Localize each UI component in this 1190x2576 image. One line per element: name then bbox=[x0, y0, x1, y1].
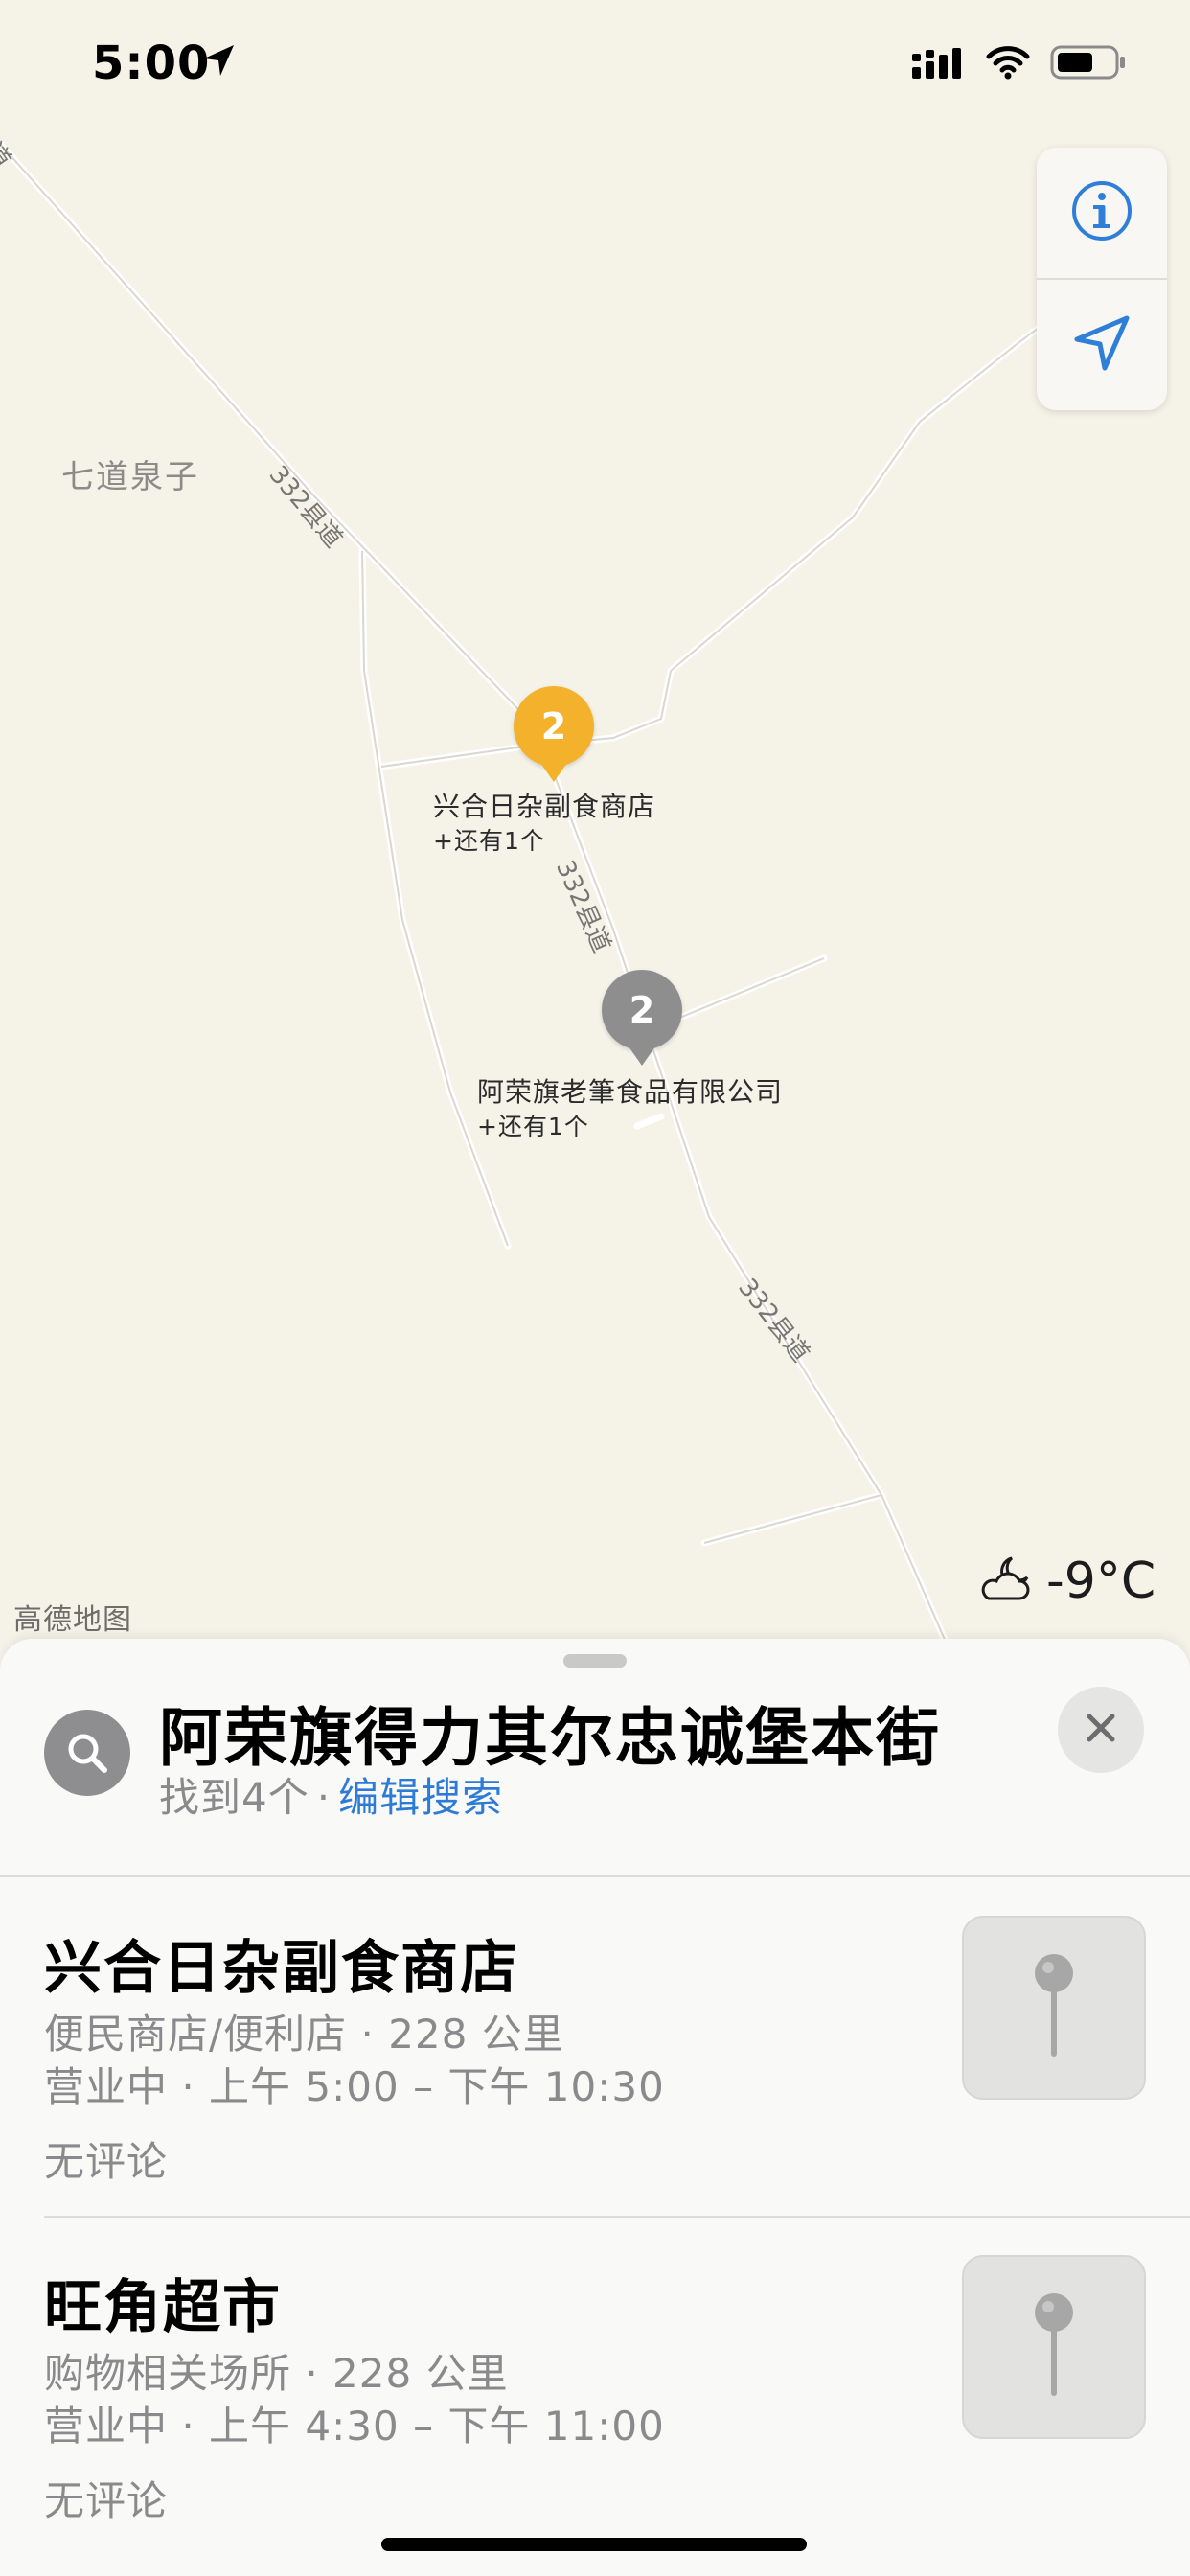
locate-me-button[interactable] bbox=[1037, 280, 1167, 410]
status-bar: 5:00 bbox=[0, 0, 1190, 134]
map-cluster-pin[interactable]: 2 bbox=[514, 686, 594, 767]
map-controls bbox=[1037, 148, 1167, 410]
result-category-distance: 购物相关场所 · 228 公里 bbox=[44, 2350, 509, 2397]
result-row[interactable]: 兴合日杂副食商店 便民商店/便利店 · 228 公里 营业中 · 上午 5:00… bbox=[0, 1877, 1190, 2217]
result-thumbnail bbox=[962, 1916, 1146, 2100]
info-icon bbox=[1070, 179, 1133, 246]
navigation-arrow-icon bbox=[1071, 312, 1133, 378]
search-icon bbox=[44, 1710, 130, 1796]
pin-subtitle: +还有1个 bbox=[433, 827, 545, 855]
close-button[interactable] bbox=[1058, 1687, 1144, 1773]
sheet-grabber[interactable] bbox=[563, 1654, 627, 1668]
pin-title[interactable]: 阿荣旗老筆食品有限公司 bbox=[477, 1071, 783, 1110]
result-hours: 营业中 · 上午 4:30 – 下午 11:00 bbox=[44, 2403, 665, 2450]
cellular-signal-icon bbox=[912, 46, 966, 82]
result-count: 找到4个 bbox=[159, 1774, 309, 1821]
map-provider-logo: 高德地图 bbox=[13, 1603, 132, 1637]
result-name: 兴合日杂副食商店 bbox=[44, 1935, 519, 2002]
place-label: 七道泉子 bbox=[61, 458, 199, 496]
pin-count: 2 bbox=[629, 989, 655, 1031]
home-indicator[interactable] bbox=[381, 2538, 807, 2551]
result-reviews: 无评论 bbox=[44, 2138, 169, 2185]
location-arrow-icon bbox=[201, 42, 238, 82]
result-name: 旺角超市 bbox=[44, 2274, 282, 2341]
result-hours: 营业中 · 上午 5:00 – 下午 10:30 bbox=[44, 2063, 665, 2110]
pin-title[interactable]: 兴合日杂副食商店 bbox=[433, 786, 655, 824]
weather-temperature: -9°C bbox=[1046, 1552, 1156, 1610]
battery-icon bbox=[1050, 44, 1127, 84]
result-row[interactable]: 旺角超市 购物相关场所 · 228 公里 营业中 · 上午 4:30 – 下午 … bbox=[0, 2217, 1190, 2556]
result-thumbnail bbox=[962, 2255, 1146, 2439]
results-sheet[interactable]: 阿荣旗得力其尔忠诚堡本街 找到4个 · 编辑搜索 兴合日杂副食商店 便民商店/便利店… bbox=[0, 1639, 1190, 2576]
meta-separator: · bbox=[316, 1774, 332, 1821]
result-reviews: 无评论 bbox=[44, 2477, 169, 2524]
map-roads bbox=[0, 140, 1058, 1648]
pin-subtitle: +还有1个 bbox=[477, 1113, 589, 1140]
map-info-button[interactable] bbox=[1037, 148, 1167, 278]
pin-count: 2 bbox=[540, 705, 567, 748]
map-cluster-pin[interactable]: 2 bbox=[602, 970, 682, 1050]
search-meta: 找到4个 · 编辑搜索 bbox=[159, 1765, 503, 1824]
close-icon bbox=[1082, 1709, 1120, 1751]
result-category-distance: 便民商店/便利店 · 228 公里 bbox=[44, 2011, 564, 2058]
partly-cloudy-night-icon bbox=[977, 1552, 1037, 1610]
pin-icon bbox=[1025, 2288, 1083, 2406]
status-time: 5:00 bbox=[92, 36, 211, 90]
map-view[interactable]: 道 七道泉子 332县道 332县道 332县道 2 兴合日杂副食商店 +还有1… bbox=[0, 0, 1190, 1648]
edit-search-link[interactable]: 编辑搜索 bbox=[338, 1774, 503, 1821]
weather-badge: -9°C bbox=[970, 1543, 1175, 1620]
pin-icon bbox=[1025, 1948, 1083, 2067]
wifi-icon bbox=[985, 45, 1031, 83]
